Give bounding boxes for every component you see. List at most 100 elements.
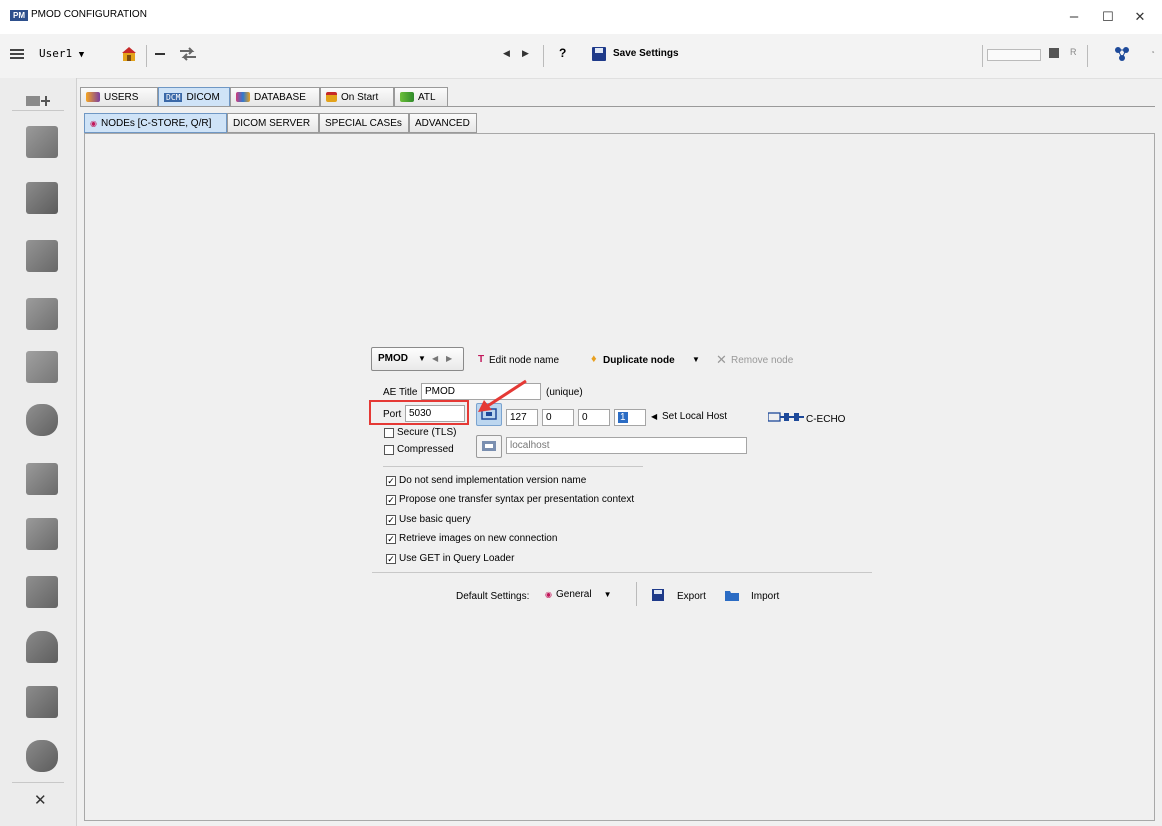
port-label: Port bbox=[383, 409, 402, 420]
option-use-get[interactable]: ✓ Use GET in Query Loader bbox=[386, 553, 514, 564]
folder-icon bbox=[725, 589, 739, 601]
set-local-host-button[interactable]: Set Local Host bbox=[662, 411, 727, 422]
hand-module-icon[interactable] bbox=[26, 576, 58, 608]
brain-module-icon[interactable] bbox=[26, 351, 58, 383]
prev-node-icon[interactable]: ◀ bbox=[432, 354, 438, 363]
ip-octet-2[interactable]: 0 bbox=[542, 409, 574, 426]
minus-icon[interactable] bbox=[155, 53, 165, 55]
kinetic-module-icon[interactable] bbox=[26, 240, 58, 272]
user-selector[interactable]: User1 ▼ bbox=[39, 47, 84, 60]
hostname-input[interactable]: localhost bbox=[506, 437, 747, 454]
help-button[interactable]: ? bbox=[559, 46, 566, 60]
save-icon bbox=[652, 589, 664, 601]
user-name: User1 bbox=[39, 47, 73, 60]
ip-octet-3[interactable]: 0 bbox=[578, 409, 610, 426]
section-divider bbox=[372, 572, 872, 573]
content-panel bbox=[84, 133, 1155, 821]
database-module-icon[interactable] bbox=[26, 740, 58, 772]
close-sidebar-icon[interactable]: ✕ bbox=[34, 791, 47, 809]
toolbar-separator bbox=[1087, 45, 1088, 67]
option-no-impl-version[interactable]: ✓ Do not send implementation version name bbox=[386, 475, 586, 486]
section-divider bbox=[383, 466, 643, 467]
cecho-icon bbox=[767, 411, 804, 423]
workflow-module-icon[interactable] bbox=[26, 686, 58, 718]
cardiac-module-icon[interactable] bbox=[26, 463, 58, 495]
ip-octet-1[interactable]: 127 bbox=[506, 409, 538, 426]
radio-dot-icon: ◉ bbox=[545, 590, 552, 599]
edit-node-name-button[interactable]: Edit node name bbox=[489, 355, 559, 366]
chevron-down-icon: ▼ bbox=[78, 50, 85, 60]
option-one-transfer-syntax[interactable]: ✓ Propose one transfer syntax per present… bbox=[386, 494, 634, 505]
duplicate-node-button[interactable]: Duplicate node bbox=[603, 355, 675, 366]
chevron-down-icon[interactable]: ▼ bbox=[692, 355, 700, 364]
checkbox-checked: ✓ bbox=[386, 514, 396, 525]
export-button[interactable]: Export bbox=[677, 591, 706, 602]
overflow-indicator: ◔ bbox=[1150, 48, 1155, 57]
remove-node-button[interactable]: Remove node bbox=[731, 355, 793, 366]
fusion-module-icon[interactable] bbox=[26, 182, 58, 214]
duplicate-icon: ♦ bbox=[591, 353, 597, 365]
progress-bar bbox=[987, 49, 1041, 61]
sidebar: ✕ bbox=[0, 78, 77, 826]
add-module-icon[interactable] bbox=[26, 92, 52, 110]
stop-icon[interactable] bbox=[1049, 48, 1059, 58]
tab-users[interactable]: USERS bbox=[80, 87, 158, 107]
subtab-advanced[interactable]: ADVANCED bbox=[409, 113, 477, 133]
tab-dicom[interactable]: DCM DICOM bbox=[158, 87, 230, 107]
cardiac-pmod-icon[interactable] bbox=[26, 518, 58, 550]
cecho-button[interactable]: C-ECHO bbox=[806, 414, 845, 425]
next-node-icon[interactable]: ▶ bbox=[446, 354, 452, 363]
nav-prev-icon[interactable]: ◀ bbox=[503, 48, 510, 59]
toolbar-separator bbox=[146, 45, 147, 67]
chevron-down-icon: ▼ bbox=[603, 590, 612, 599]
chevron-down-icon: ▼ bbox=[418, 354, 426, 363]
sidebar-divider bbox=[12, 782, 64, 783]
segmentation-module-icon[interactable] bbox=[26, 298, 58, 330]
user-home-icon[interactable] bbox=[121, 46, 137, 62]
unique-label: (unique) bbox=[546, 387, 583, 398]
port-input[interactable]: 5030 bbox=[405, 405, 465, 422]
viewer-module-icon[interactable] bbox=[26, 126, 58, 158]
neuro-module-icon[interactable] bbox=[26, 404, 58, 436]
save-settings-button[interactable]: Save Settings bbox=[613, 48, 679, 59]
resolve-hostname-button[interactable] bbox=[476, 435, 502, 458]
import-button[interactable]: Import bbox=[751, 591, 779, 602]
checkbox-box bbox=[384, 427, 394, 438]
checkbox-checked: ✓ bbox=[386, 494, 396, 505]
subtab-special-cases[interactable]: SPECIAL CASEs bbox=[319, 113, 409, 133]
ip-octet-4[interactable]: 1 bbox=[614, 409, 646, 426]
hamburger-menu-icon[interactable] bbox=[10, 48, 24, 60]
tab-atl[interactable]: ATL bbox=[394, 87, 448, 107]
node-selector-value: PMOD bbox=[378, 353, 408, 364]
transfer-icon[interactable] bbox=[178, 44, 198, 64]
node-selector[interactable]: PMOD ▼ ◀ ▶ bbox=[371, 347, 464, 371]
ae-title-label: AE Title bbox=[383, 387, 418, 398]
window-title: PMOD CONFIGURATION bbox=[31, 9, 147, 20]
database-icon bbox=[236, 92, 250, 102]
tree-module-icon[interactable] bbox=[26, 631, 58, 663]
default-settings-label: Default Settings: bbox=[456, 591, 530, 602]
compressed-checkbox[interactable]: Compressed bbox=[384, 444, 454, 455]
tab-on-start[interactable]: On Start bbox=[320, 87, 394, 107]
checkbox-box bbox=[384, 444, 394, 455]
users-icon bbox=[86, 92, 100, 102]
checkbox-checked: ✓ bbox=[386, 475, 396, 486]
checkbox-checked: ✓ bbox=[386, 533, 396, 544]
tab-strip-line bbox=[80, 106, 1155, 107]
default-settings-selector[interactable]: ◉ General ▼ bbox=[545, 589, 611, 600]
network-status-icon[interactable] bbox=[1112, 44, 1132, 64]
arrow-left-icon: ◀ bbox=[651, 412, 658, 421]
option-basic-query[interactable]: ✓ Use basic query bbox=[386, 514, 471, 525]
subtab-nodes[interactable]: ◉ NODEs [C-STORE, Q/R] bbox=[84, 113, 227, 133]
subtab-dicom-server[interactable]: DICOM SERVER bbox=[227, 113, 319, 133]
nav-next-icon[interactable]: ▶ bbox=[522, 48, 529, 59]
tab-database[interactable]: DATABASE bbox=[230, 87, 320, 107]
close-button[interactable]: ✕ bbox=[1118, 4, 1162, 30]
toolbar-separator bbox=[543, 45, 544, 67]
save-icon bbox=[592, 47, 606, 61]
option-retrieve-images[interactable]: ✓ Retrieve images on new connection bbox=[386, 533, 557, 544]
dicom-icon: DCM bbox=[164, 92, 183, 102]
r-indicator: R bbox=[1070, 47, 1077, 57]
secure-tls-checkbox[interactable]: Secure (TLS) bbox=[384, 427, 456, 438]
radio-dot-icon: ◉ bbox=[90, 118, 97, 128]
